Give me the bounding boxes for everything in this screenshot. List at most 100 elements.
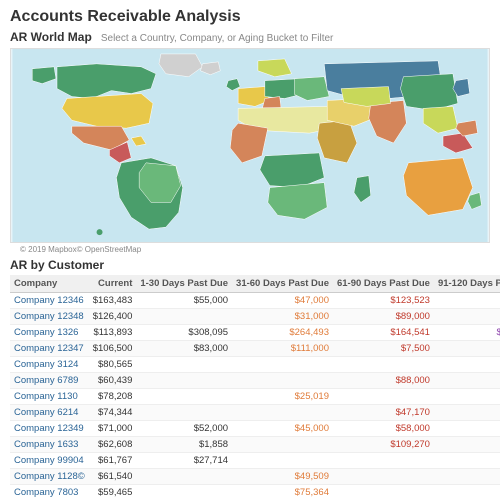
cell-d91_120: [434, 293, 500, 309]
col-company[interactable]: Company: [10, 275, 89, 293]
cell-d1_30: $308,095: [136, 325, 232, 341]
cell-d91_120: [434, 405, 500, 421]
cell-company: Company 12348: [10, 309, 89, 325]
map-credit: © 2019 Mapbox© OpenStreetMap: [10, 243, 490, 256]
col-current[interactable]: Current: [89, 275, 137, 293]
cell-company: Company 1326: [10, 325, 89, 341]
map-section-subtitle: Select a Country, Company, or Aging Buck…: [101, 33, 334, 44]
cell-current: $80,565: [89, 357, 137, 373]
cell-d91_120: [434, 421, 500, 437]
cell-d1_30: $52,000: [136, 421, 232, 437]
table-title: AR by Customer: [10, 258, 490, 272]
cell-d91_120: [434, 357, 500, 373]
cell-d91_120: $126,225: [434, 325, 500, 341]
table-row[interactable]: Company 6789$60,439$88,000: [10, 373, 500, 389]
cell-d1_30: [136, 357, 232, 373]
cell-d61_90: $88,000: [333, 373, 434, 389]
cell-d61_90: [333, 485, 434, 500]
cell-d61_90: $47,170: [333, 405, 434, 421]
cell-d31_60: $25,019: [232, 389, 333, 405]
cell-d31_60: [232, 437, 333, 453]
map-section: AR World Map Select a Country, Company, …: [0, 30, 500, 256]
cell-d31_60: $264,493: [232, 325, 333, 341]
cell-d61_90: $7,500: [333, 341, 434, 357]
map-section-label: AR World Map: [10, 30, 92, 44]
cell-d1_30: [136, 309, 232, 325]
cell-d31_60: [232, 405, 333, 421]
table-section: AR by Customer Company Current 1-30 Days…: [0, 256, 500, 500]
cell-d91_120: [434, 469, 500, 485]
table-row[interactable]: Company 1633$62,608$1,858$109,270: [10, 437, 500, 453]
table-row[interactable]: Company 1130$78,208$25,019: [10, 389, 500, 405]
table-row[interactable]: Company 1326$113,893$308,095$264,493$164…: [10, 325, 500, 341]
cell-company: Company 12349: [10, 421, 89, 437]
cell-current: $163,483: [89, 293, 137, 309]
cell-d31_60: $75,364: [232, 485, 333, 500]
cell-current: $61,767: [89, 453, 137, 469]
cell-d31_60: $49,509: [232, 469, 333, 485]
cell-current: $126,400: [89, 309, 137, 325]
cell-company: Company 99904: [10, 453, 89, 469]
cell-current: $113,893: [89, 325, 137, 341]
cell-d1_30: [136, 469, 232, 485]
cell-d91_120: [434, 453, 500, 469]
cell-d61_90: $164,541: [333, 325, 434, 341]
cell-d31_60: $47,000: [232, 293, 333, 309]
cell-current: $106,500: [89, 341, 137, 357]
cell-d31_60: $111,000: [232, 341, 333, 357]
cell-current: $74,344: [89, 405, 137, 421]
table-row[interactable]: Company 12349$71,000$52,000$45,000$58,00…: [10, 421, 500, 437]
header: Accounts Receivable Analysis: [0, 0, 500, 30]
cell-d61_90: $123,523: [333, 293, 434, 309]
cell-d61_90: [333, 389, 434, 405]
cell-d31_60: [232, 357, 333, 373]
cell-d31_60: [232, 373, 333, 389]
cell-d91_120: [434, 437, 500, 453]
table-row[interactable]: Company 12347$106,500$83,000$111,000$7,5…: [10, 341, 500, 357]
cell-company: Company 6789: [10, 373, 89, 389]
cell-current: $78,208: [89, 389, 137, 405]
cell-d61_90: $58,000: [333, 421, 434, 437]
cell-d1_30: [136, 405, 232, 421]
cell-d91_120: [434, 341, 500, 357]
cell-d61_90: $109,270: [333, 437, 434, 453]
cell-d1_30: [136, 485, 232, 500]
cell-d1_30: [136, 373, 232, 389]
cell-d31_60: $31,000: [232, 309, 333, 325]
cell-d91_120: [434, 373, 500, 389]
col-91-120[interactable]: 91-120 Days Past Due: [434, 275, 500, 293]
cell-d1_30: $27,714: [136, 453, 232, 469]
table-row[interactable]: Company 12348$126,400 $31,000$89,000: [10, 309, 500, 325]
table-row[interactable]: Company 12346$163,483$55,000$47,000$123,…: [10, 293, 500, 309]
main-title: Accounts Receivable Analysis: [10, 8, 490, 26]
cell-d1_30: $83,000: [136, 341, 232, 357]
table-row[interactable]: Company 99904$61,767$27,714: [10, 453, 500, 469]
cell-company: Company 1633: [10, 437, 89, 453]
cell-d61_90: [333, 357, 434, 373]
cell-d31_60: [232, 453, 333, 469]
col-31-60[interactable]: 31-60 Days Past Due: [232, 275, 333, 293]
cell-d91_120: [434, 389, 500, 405]
cell-d1_30: $55,000: [136, 293, 232, 309]
cell-d61_90: $89,000: [333, 309, 434, 325]
table-row[interactable]: Company 3124$80,565: [10, 357, 500, 373]
cell-d91_120: [434, 309, 500, 325]
col-61-90[interactable]: 61-90 Days Past Due: [333, 275, 434, 293]
table-row[interactable]: Company 6214$74,344 $47,170: [10, 405, 500, 421]
cell-company: Company 12346: [10, 293, 89, 309]
cell-company: Company 12347: [10, 341, 89, 357]
cell-current: $59,465: [89, 485, 137, 500]
cell-current: $71,000: [89, 421, 137, 437]
cell-d1_30: [136, 389, 232, 405]
world-map[interactable]: [10, 48, 490, 243]
cell-company: Company 6214: [10, 405, 89, 421]
cell-d61_90: [333, 469, 434, 485]
table-row[interactable]: Company 1128©$61,540 $49,509: [10, 469, 500, 485]
cell-d91_120: [434, 485, 500, 500]
cell-current: $61,540: [89, 469, 137, 485]
col-1-30[interactable]: 1-30 Days Past Due: [136, 275, 232, 293]
cell-d61_90: [333, 453, 434, 469]
table-row[interactable]: Company 7803$59,465$75,364: [10, 485, 500, 500]
cell-company: Company 1128©: [10, 469, 89, 485]
cell-d31_60: $45,000: [232, 421, 333, 437]
